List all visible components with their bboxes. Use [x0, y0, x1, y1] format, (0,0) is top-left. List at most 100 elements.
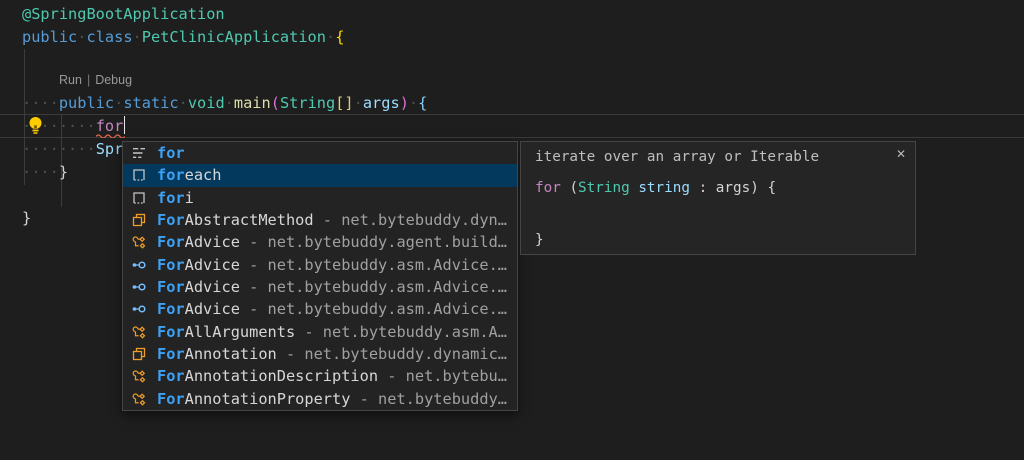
- code-token: {: [335, 28, 344, 46]
- suggestion-item-foreach[interactable]: foreach: [123, 164, 517, 186]
- line-close-main: ····}: [22, 161, 68, 184]
- codelens-separator: |: [87, 73, 90, 87]
- code-token: String: [578, 180, 630, 196]
- code-token: }: [59, 163, 68, 181]
- code-token: void: [188, 94, 225, 112]
- code-token: string: [638, 180, 690, 196]
- code-token: main: [234, 94, 271, 112]
- text-cursor: [124, 116, 126, 134]
- code-token: []: [335, 94, 353, 112]
- suggestion-detail-text: - net.bytebuddy…: [350, 390, 507, 408]
- symbol-interface-icon: [131, 301, 147, 317]
- symbol-keyword-icon: [131, 145, 147, 161]
- code-token: }: [22, 209, 31, 227]
- code-token: public: [59, 94, 114, 112]
- whitespace-dots: ·: [114, 94, 123, 112]
- suggestion-item-forallarguments[interactable]: ForAllArguments - net.bytebuddy.asm.A…: [123, 321, 517, 343]
- suggestion-detail-text: - net.bytebuddy.asm.Advice.…: [240, 300, 507, 318]
- code-token: :: [699, 180, 708, 196]
- suggestion-detail-text: - net.bytebuddy.asm.A…: [295, 323, 507, 341]
- code-token: for: [535, 180, 561, 196]
- suggestion-detail-text: - net.bytebuddy.asm.Advice.…: [240, 256, 507, 274]
- intellisense-suggest-widget: forforeachforiForAbstractMethod - net.by…: [122, 141, 518, 411]
- symbol-enum-icon: [131, 391, 147, 407]
- suggestion-match-text: For: [157, 278, 185, 296]
- suggestion-item-forabstractmethod[interactable]: ForAbstractMethod - net.bytebuddy.dyn…: [123, 209, 517, 231]
- whitespace-dots: ····: [22, 163, 59, 181]
- line-spring-partial: ········Spr: [22, 138, 123, 161]
- suggestion-label-text: each: [185, 166, 222, 184]
- suggestion-item-fori[interactable]: fori: [123, 187, 517, 209]
- whitespace-dots: ·: [409, 94, 418, 112]
- whitespace-dots: ····: [22, 94, 59, 112]
- suggestion-doc-text: iterate over an array or Iterable: [535, 149, 819, 165]
- suggestion-item-forannotationproperty[interactable]: ForAnnotationProperty - net.bytebuddy…: [123, 388, 517, 410]
- suggestion-match-text: For: [157, 256, 185, 274]
- suggestion-match-text: For: [157, 211, 185, 229]
- code-token: [707, 180, 716, 196]
- codelens-debug-link[interactable]: Debug: [95, 73, 132, 87]
- code-token: static: [123, 94, 178, 112]
- codelens: Run | Debug: [59, 70, 132, 90]
- current-line-highlight: [0, 114, 1024, 138]
- whitespace-dots: ·: [179, 94, 188, 112]
- code-token: @SpringBootApplication: [22, 5, 225, 23]
- suggestion-match-text: For: [157, 345, 185, 363]
- suggestion-label-text: Annotation: [185, 345, 277, 363]
- line-class-decl: public·class·PetClinicApplication·{: [22, 26, 344, 49]
- suggestion-detail-text: - net.bytebuddy.dynamic…: [277, 345, 507, 363]
- symbol-snippet-icon: [131, 190, 147, 206]
- suggestion-label-text: Advice: [185, 256, 240, 274]
- lightbulb-icon[interactable]: [27, 116, 44, 139]
- suggestion-item-foradvice[interactable]: ForAdvice - net.bytebuddy.agent.build…: [123, 231, 517, 253]
- whitespace-dots: ·: [354, 94, 363, 112]
- suggestion-detail-text: - net.bytebuddy.dyn…: [314, 211, 507, 229]
- suggestion-match-text: For: [157, 323, 185, 341]
- code-token: ): [400, 94, 409, 112]
- code-token: }: [535, 232, 544, 248]
- symbol-enum-icon: [131, 368, 147, 384]
- suggestion-label-text: AllArguments: [185, 323, 296, 341]
- line-annotation: @SpringBootApplication: [22, 3, 225, 26]
- suggestion-item-foradvice[interactable]: ForAdvice - net.bytebuddy.asm.Advice.…: [123, 254, 517, 276]
- code-token: (: [569, 180, 578, 196]
- code-token: class: [86, 28, 132, 46]
- doc-code-line: }: [535, 230, 544, 250]
- codelens-run-link[interactable]: Run: [59, 73, 82, 87]
- symbol-class-icon: [131, 346, 147, 362]
- code-token: args: [363, 94, 400, 112]
- symbol-enum-icon: [131, 324, 147, 340]
- symbol-enum-icon: [131, 234, 147, 250]
- suggestion-match-text: For: [157, 300, 185, 318]
- line-main-decl: ····public·static·void·main(String[]·arg…: [22, 92, 427, 115]
- doc-code-line: for (String string : args) {: [535, 178, 776, 198]
- code-token: PetClinicApplication: [142, 28, 326, 46]
- code-token: Spr: [96, 140, 124, 158]
- suggestion-item-foradvice[interactable]: ForAdvice - net.bytebuddy.asm.Advice.…: [123, 276, 517, 298]
- suggestion-label-text: AbstractMethod: [185, 211, 314, 229]
- code-token: public: [22, 28, 77, 46]
- code-token: {: [418, 94, 427, 112]
- code-token: args: [716, 180, 750, 196]
- suggestion-match-text: For: [157, 233, 185, 251]
- suggestion-match-text: for: [157, 189, 185, 207]
- suggestion-label-text: i: [185, 189, 194, 207]
- suggestion-item-for[interactable]: for: [123, 142, 517, 164]
- symbol-interface-icon: [131, 279, 147, 295]
- close-icon[interactable]: ✕: [896, 147, 906, 161]
- code-token: (: [271, 94, 280, 112]
- suggestion-match-text: for: [157, 144, 185, 162]
- suggestion-item-foradvice[interactable]: ForAdvice - net.bytebuddy.asm.Advice.…: [123, 298, 517, 320]
- suggestion-detail-text: - net.bytebu…: [378, 367, 507, 385]
- symbol-interface-icon: [131, 257, 147, 273]
- suggestion-label-text: Advice: [185, 233, 240, 251]
- suggestion-match-text: For: [157, 367, 185, 385]
- suggestion-item-forannotationdescription[interactable]: ForAnnotationDescription - net.bytebu…: [123, 365, 517, 387]
- suggestion-match-text: For: [157, 390, 185, 408]
- suggestion-label-text: AnnotationDescription: [185, 367, 378, 385]
- suggest-docs-panel: iterate over an array or Iterable ✕ for …: [520, 141, 916, 255]
- suggestion-label-text: Advice: [185, 300, 240, 318]
- suggestion-detail-text: - net.bytebuddy.asm.Advice.…: [240, 278, 507, 296]
- symbol-class-icon: [131, 212, 147, 228]
- suggestion-item-forannotation[interactable]: ForAnnotation - net.bytebuddy.dynamic…: [123, 343, 517, 365]
